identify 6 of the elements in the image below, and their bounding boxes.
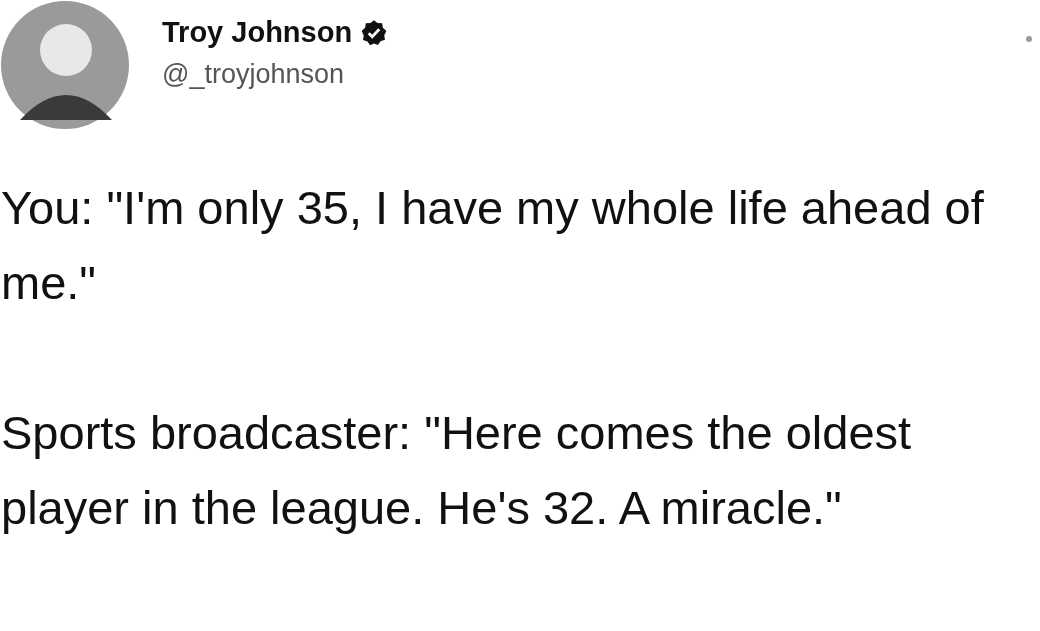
more-icon[interactable] (1026, 36, 1032, 42)
author-handle[interactable]: @_troyjohnson (162, 59, 389, 90)
author-name[interactable]: Troy Johnson (162, 16, 353, 49)
tweet-text: You: "I'm only 35, I have my whole life ahead of me." (0, 180, 985, 311)
tweet-text: Sports broadcaster: "Here comes the oldest player in the league. He's 32. A miracle." (0, 405, 913, 536)
avatar[interactable] (0, 0, 130, 130)
